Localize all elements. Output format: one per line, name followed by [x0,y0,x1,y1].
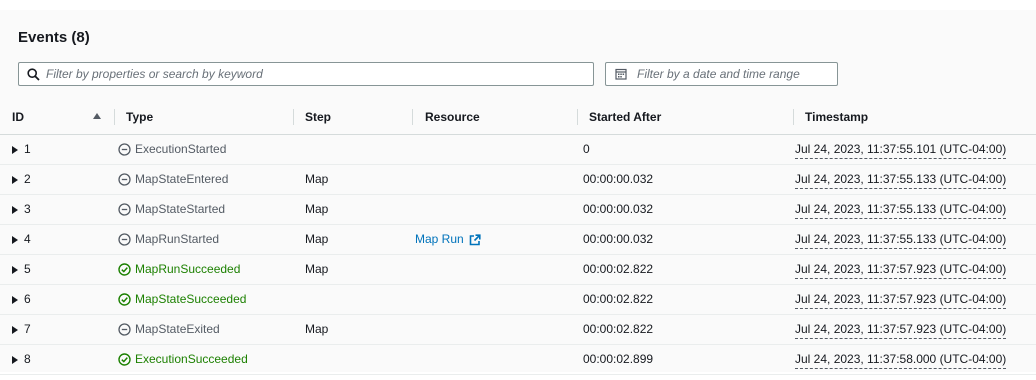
event-type: MapStateSucceeded [118,285,246,314]
resource-link-label: Map Run [415,232,464,246]
table-row[interactable]: 4 MapRunStarted Map Map Run 00:00:00.032 Jul … [0,225,1036,255]
event-id: 8 [24,352,31,366]
event-id: 7 [24,322,31,336]
event-type: ExecutionSucceeded [118,345,248,374]
event-started-after: 00:00:02.822 [583,292,654,306]
event-id: 5 [24,262,31,276]
event-step: Map [305,262,329,276]
event-started-after: 00:00:02.822 [583,262,654,276]
search-input[interactable]: Filter by properties or search by keywor… [18,62,594,86]
event-id: 4 [24,232,31,246]
event-timestamp[interactable]: Jul 24, 2023, 11:37:57.923 (UTC-04:00) [795,260,1007,279]
minus-circle-icon [118,233,131,246]
table-row[interactable]: 7 MapStateExited Map 00:00:02.822 Jul 24, 20… [0,315,1036,345]
column-header-step[interactable]: Step [305,100,331,134]
page-title: Events (8) [18,29,90,46]
table-row[interactable]: 3 MapStateStarted Map 00:00:00.032 Jul 24, 2… [0,195,1036,225]
table-row[interactable]: 1 ExecutionStarted 0 Jul 24, 2023, 11:37:55… [0,135,1036,165]
event-timestamp[interactable]: Jul 24, 2023, 11:37:57.923 (UTC-04:00) [795,290,1007,309]
event-type: MapStateExited [118,315,220,344]
expand-row-caret-icon[interactable] [12,236,18,244]
table-row[interactable]: 8 ExecutionSucceeded 00:00:02.899 Jul 24, 2… [0,345,1036,375]
column-divider[interactable] [412,109,413,125]
event-id: 3 [24,202,31,216]
column-header-started-after[interactable]: Started After [589,100,661,134]
sort-ascending-icon[interactable] [93,113,101,119]
expand-row-caret-icon[interactable] [12,326,18,334]
event-type: MapRunSucceeded [118,255,240,284]
column-header-id[interactable]: ID [12,100,24,134]
event-step: Map [305,172,329,186]
event-type: ExecutionStarted [118,135,226,164]
column-divider[interactable] [293,109,294,125]
expand-row-caret-icon[interactable] [12,146,18,154]
event-step: Map [305,322,329,336]
expand-row-caret-icon[interactable] [12,296,18,304]
check-circle-icon [118,353,131,366]
date-filter-placeholder: Filter by a date and time range [637,67,800,81]
table-row[interactable]: 2 MapStateEntered Map 00:00:00.032 Jul 24, 2… [0,165,1036,195]
event-id: 1 [24,142,31,156]
external-link-icon [469,233,481,246]
column-divider[interactable] [793,109,794,125]
minus-circle-icon [118,203,131,216]
event-timestamp[interactable]: Jul 24, 2023, 11:37:55.101 (UTC-04:00) [795,140,1007,159]
search-placeholder: Filter by properties or search by keywor… [46,67,263,81]
check-circle-icon [118,293,131,306]
event-timestamp[interactable]: Jul 24, 2023, 11:37:55.133 (UTC-04:00) [795,170,1007,189]
map-run-link[interactable]: Map Run [415,225,481,254]
minus-circle-icon [118,173,131,186]
event-type-label: MapStateExited [135,322,220,336]
event-type-label: ExecutionStarted [135,142,227,156]
column-divider[interactable] [577,109,578,125]
event-type-label: ExecutionSucceeded [135,352,248,366]
column-divider[interactable] [114,109,115,125]
event-type: MapStateEntered [118,165,228,194]
event-type: MapRunStarted [118,225,219,254]
minus-circle-icon [118,143,131,156]
event-step: Map [305,202,329,216]
event-started-after: 0 [583,142,590,156]
event-type-label: MapStateStarted [135,202,226,216]
event-started-after: 00:00:00.032 [583,232,654,246]
event-type-label: MapRunStarted [135,232,220,246]
event-timestamp[interactable]: Jul 24, 2023, 11:37:58.000 (UTC-04:00) [795,350,1007,369]
event-type-label: MapStateEntered [135,172,229,186]
table-header: ID Type Step Resource Started After Time… [0,100,1036,135]
calendar-icon [615,68,627,80]
event-id: 6 [24,292,31,306]
date-range-filter[interactable]: Filter by a date and time range [605,62,838,86]
event-id: 2 [24,172,31,186]
event-step: Map [305,232,329,246]
column-header-timestamp[interactable]: Timestamp [805,100,868,134]
event-started-after: 00:00:02.822 [583,322,654,336]
event-timestamp[interactable]: Jul 24, 2023, 11:37:55.133 (UTC-04:00) [795,200,1007,219]
minus-circle-icon [118,323,131,336]
expand-row-caret-icon[interactable] [12,206,18,214]
event-timestamp[interactable]: Jul 24, 2023, 11:37:57.923 (UTC-04:00) [795,320,1007,339]
event-started-after: 00:00:00.032 [583,172,654,186]
event-started-after: 00:00:00.032 [583,202,654,216]
table-row[interactable]: 5 MapRunSucceeded Map 00:00:02.822 Jul 24, 2… [0,255,1036,285]
expand-row-caret-icon[interactable] [12,176,18,184]
expand-row-caret-icon[interactable] [12,356,18,364]
column-header-type[interactable]: Type [126,100,153,134]
column-header-resource[interactable]: Resource [425,100,480,134]
event-type-label: MapRunSucceeded [135,262,241,276]
search-icon [26,67,40,81]
event-started-after: 00:00:02.899 [583,352,654,366]
check-circle-icon [118,263,131,276]
event-type: MapStateStarted [118,195,225,224]
expand-row-caret-icon[interactable] [12,266,18,274]
event-timestamp[interactable]: Jul 24, 2023, 11:37:55.133 (UTC-04:00) [795,230,1007,249]
event-type-label: MapStateSucceeded [135,292,247,306]
table-row[interactable]: 6 MapStateSucceeded 00:00:02.822 Jul 24, 20… [0,285,1036,315]
